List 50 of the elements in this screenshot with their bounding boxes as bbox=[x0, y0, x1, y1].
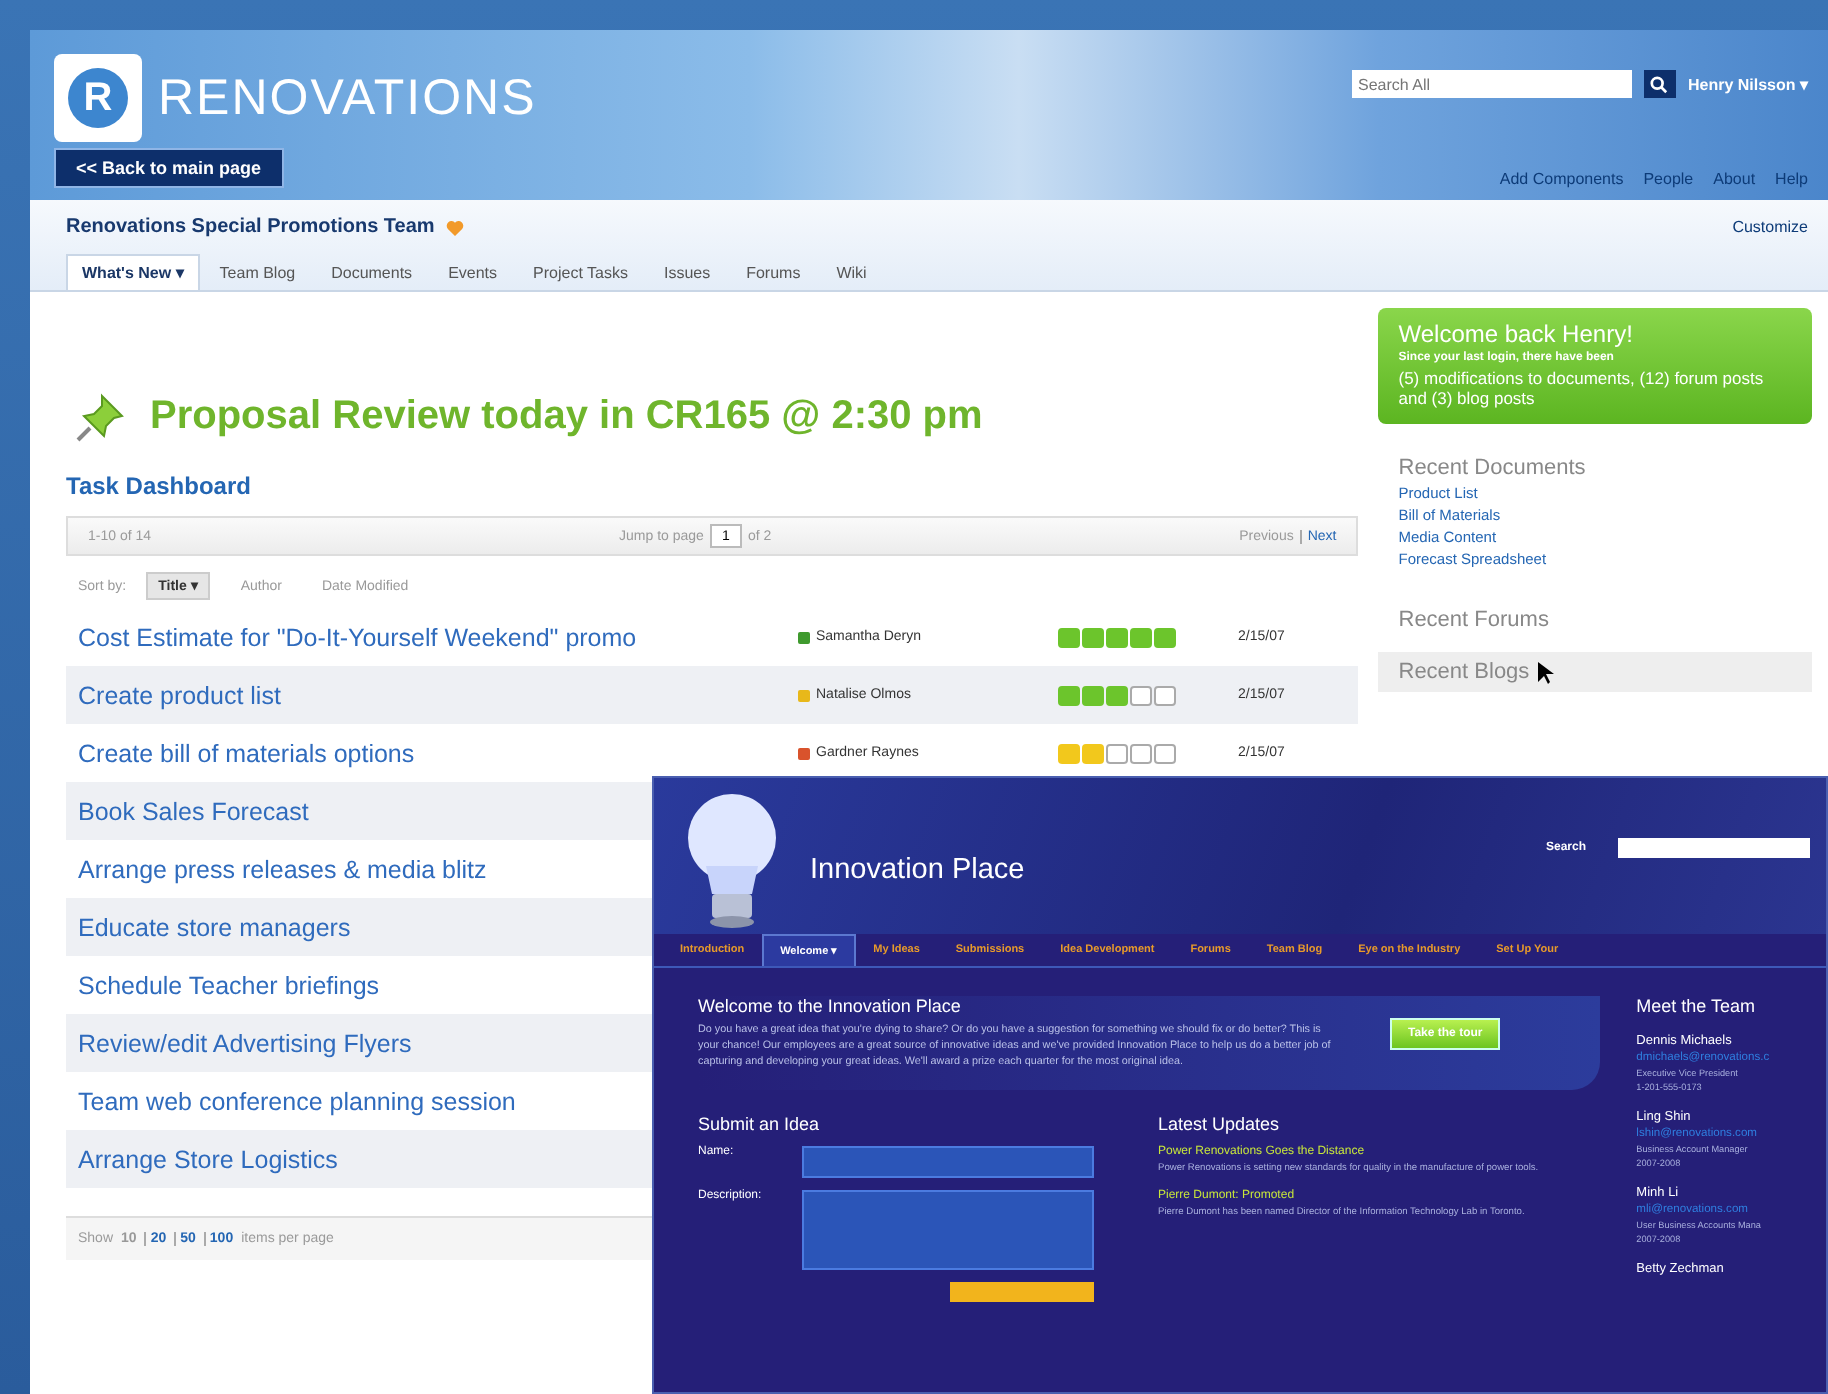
headline: Proposal Review today in CR165 @ 2:30 pm bbox=[150, 393, 983, 439]
task-link[interactable]: Arrange Store Logistics bbox=[78, 1145, 338, 1173]
tab[interactable]: Project Tasks bbox=[517, 254, 644, 290]
customize-link[interactable]: Customize bbox=[1732, 218, 1808, 236]
section-title: Recent Documents bbox=[1398, 456, 1588, 480]
input-field[interactable] bbox=[802, 1146, 1094, 1179]
top-link[interactable]: Help bbox=[1775, 170, 1808, 188]
section-title: Recent Forums bbox=[1398, 608, 1551, 632]
task-link[interactable]: Create product list bbox=[78, 681, 281, 709]
task-link[interactable]: Team web conference planning session bbox=[78, 1087, 516, 1115]
task-link[interactable]: Cost Estimate for "Do-It-Yourself Weekend" promo bbox=[78, 623, 637, 651]
tab[interactable]: Issues bbox=[647, 254, 727, 290]
pushpin-icon bbox=[74, 388, 130, 444]
dashboard-title: Task Dashboard bbox=[66, 472, 253, 500]
team-title: Renovations Special Promotions Team bbox=[66, 216, 435, 238]
description-field[interactable] bbox=[802, 1190, 1094, 1271]
tab[interactable]: Team Blog bbox=[203, 254, 312, 290]
logo-text: RENOVATIONS bbox=[158, 69, 537, 127]
tab[interactable]: Forums bbox=[730, 254, 817, 290]
logo-mark: R bbox=[54, 54, 142, 142]
search-button[interactable] bbox=[1643, 70, 1676, 98]
task-link[interactable]: Arrange press releases & media blitz bbox=[78, 855, 487, 883]
user-menu[interactable]: Henry Nilsson ▾ bbox=[1687, 75, 1808, 93]
search-field[interactable]: Search All bbox=[1351, 70, 1632, 98]
task-link[interactable]: Educate store managers bbox=[78, 913, 351, 941]
section-title: Submit an Idea bbox=[698, 1114, 822, 1135]
tab[interactable]: Wiki bbox=[820, 254, 883, 290]
task-link[interactable]: Create bill of materials options bbox=[78, 739, 415, 767]
submit-button[interactable] bbox=[950, 1282, 1094, 1303]
search-icon bbox=[1650, 75, 1669, 93]
heart-icon bbox=[446, 219, 465, 235]
task-link[interactable]: Schedule Teacher briefings bbox=[78, 971, 380, 999]
top-link[interactable]: About bbox=[1713, 170, 1756, 188]
section-title: Latest Updates bbox=[1158, 1114, 1282, 1135]
top-link[interactable]: People bbox=[1643, 170, 1694, 188]
tab[interactable]: What's New ▾ bbox=[66, 254, 200, 290]
site-title: Innovation Place bbox=[810, 854, 1025, 890]
tab[interactable]: Events bbox=[432, 254, 514, 290]
top-link[interactable]: Add Components bbox=[1499, 170, 1624, 188]
section-title: Welcome to the Innovation Place bbox=[698, 996, 963, 1016]
cursor-icon bbox=[1537, 661, 1554, 683]
welcome-title: Welcome back Henry! bbox=[1398, 320, 1635, 348]
section-title: Recent Blogs bbox=[1398, 660, 1530, 684]
tab[interactable]: Documents bbox=[315, 254, 429, 290]
welcome-summary: (5) modifications to documents, (12) forum posts and (3) blog posts bbox=[1398, 368, 1766, 408]
back-button[interactable]: << Back to main page bbox=[54, 148, 284, 188]
task-link[interactable]: Book Sales Forecast bbox=[78, 797, 309, 825]
section-title: Meet the Team bbox=[1636, 996, 1758, 1016]
task-link[interactable]: Review/edit Advertising Flyers bbox=[78, 1029, 412, 1057]
search-field[interactable] bbox=[1618, 838, 1810, 858]
